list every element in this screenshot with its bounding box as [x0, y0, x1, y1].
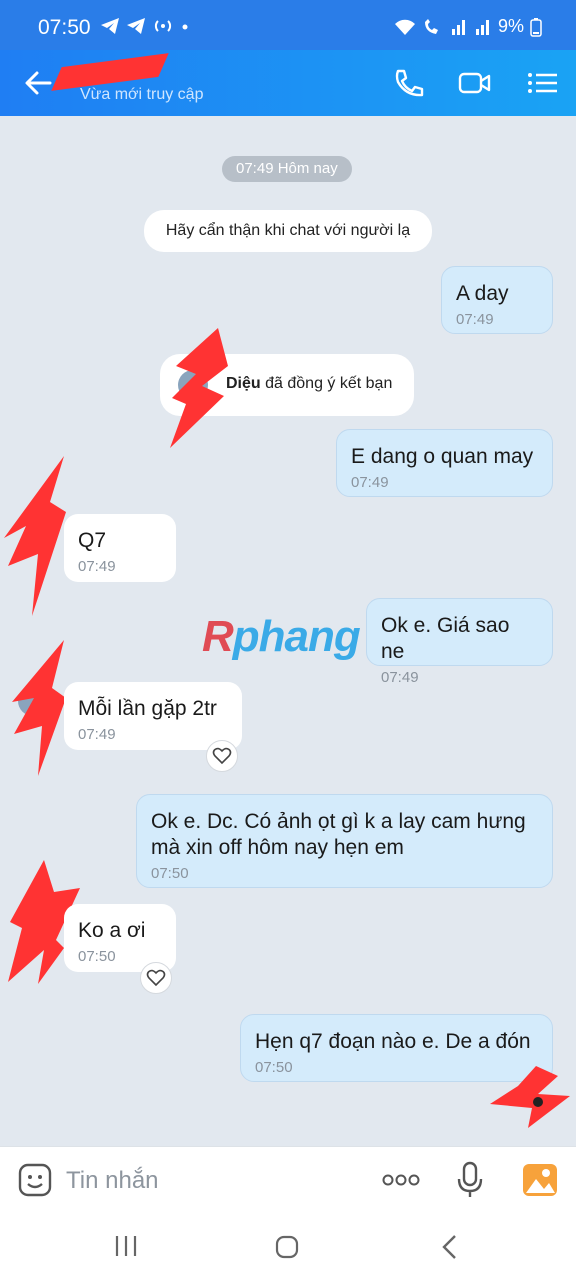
back-icon[interactable] — [438, 1234, 462, 1260]
telegram-icon — [127, 18, 145, 34]
message-text: Q7 — [78, 529, 107, 552]
message-time: 07:50 — [151, 865, 189, 882]
stranger-warning-text: Hãy cẩn thận khi chat với người lạ — [165, 222, 411, 239]
message-text: Ko a ơi — [78, 919, 146, 942]
message-bubble-out[interactable]: Ok e. Dc. Có ảnh ọt gì k a lay cam hưng … — [136, 794, 553, 888]
phone-icon[interactable] — [392, 68, 426, 98]
friend-event-text: đã đồng ý kết bạn — [265, 375, 393, 392]
more-icon[interactable] — [382, 1173, 420, 1187]
message-time: 07:49 — [78, 558, 116, 575]
heart-icon — [212, 747, 232, 765]
hotspot-icon — [154, 20, 172, 32]
wifi-icon — [394, 19, 415, 35]
message-input-bar: Tin nhắn — [0, 1146, 576, 1214]
status-time: 07:50 — [38, 16, 91, 39]
status-bar: 07:50 9% — [0, 0, 576, 50]
menu-list-icon[interactable] — [526, 68, 560, 98]
date-chip: 07:49 Hôm nay — [222, 156, 352, 182]
message-bubble-in[interactable]: Q7 07:49 — [64, 514, 176, 582]
message-text: Ok e. Dc. Có ảnh ọt gì k a lay cam hưng … — [151, 810, 526, 859]
video-call-icon[interactable] — [458, 68, 492, 98]
mic-icon[interactable] — [456, 1161, 484, 1199]
heart-icon — [146, 969, 166, 987]
redaction-mark — [170, 328, 228, 448]
message-text: A day — [456, 282, 509, 305]
message-bubble-out[interactable]: Ok e. Giá sao ne 07:49 — [366, 598, 553, 686]
message-time: 07:49 — [351, 474, 389, 491]
stranger-warning: Hãy cẩn thận khi chat với người lạ — [144, 210, 432, 252]
react-heart-button[interactable] — [206, 740, 238, 772]
message-input[interactable]: Tin nhắn — [66, 1167, 159, 1195]
react-heart-button[interactable] — [140, 962, 172, 994]
back-arrow-icon[interactable] — [22, 66, 56, 100]
chat-header: Vừa mới truy cập — [0, 50, 576, 116]
battery-icon — [530, 17, 542, 37]
signal-icon — [451, 19, 465, 35]
message-bubble-out[interactable]: A day 07:49 — [441, 266, 553, 334]
battery-level: 9% — [497, 16, 524, 36]
redaction-mark — [4, 456, 66, 616]
message-text: Hẹn q7 đoạn nào e. De a đón — [255, 1030, 531, 1053]
redaction-mark — [12, 640, 66, 776]
chat-area[interactable]: 07:49 Hôm nay Hãy cẩn thận khi chat với … — [0, 116, 576, 1146]
system-nav-bar — [0, 1214, 576, 1280]
message-time: 07:49 — [381, 669, 419, 686]
recent-apps-icon[interactable] — [114, 1234, 138, 1258]
signal-icon — [475, 19, 489, 35]
image-icon[interactable] — [522, 1163, 558, 1197]
message-text: E dang o quan may — [351, 445, 534, 468]
message-text: Ok e. Giá sao ne — [381, 614, 510, 663]
telegram-icon — [101, 18, 119, 34]
contact-status: Vừa mới truy cập — [80, 86, 204, 103]
message-time: 07:49 — [78, 726, 116, 743]
watermark-logo: Rphang — [202, 612, 361, 661]
home-icon[interactable] — [274, 1234, 300, 1260]
message-text: Mỗi lần gặp 2tr — [78, 697, 217, 720]
wifi-call-icon — [424, 18, 438, 34]
redaction-mark — [490, 1066, 570, 1128]
dot-icon — [182, 24, 188, 30]
message-bubble-out[interactable]: E dang o quan may 07:49 — [336, 429, 553, 497]
message-bubble-in[interactable]: Mỗi lần gặp 2tr 07:49 — [64, 682, 242, 750]
sticker-icon[interactable] — [18, 1163, 52, 1197]
message-time: 07:49 — [456, 311, 494, 328]
friend-name: Diệu — [226, 375, 261, 392]
